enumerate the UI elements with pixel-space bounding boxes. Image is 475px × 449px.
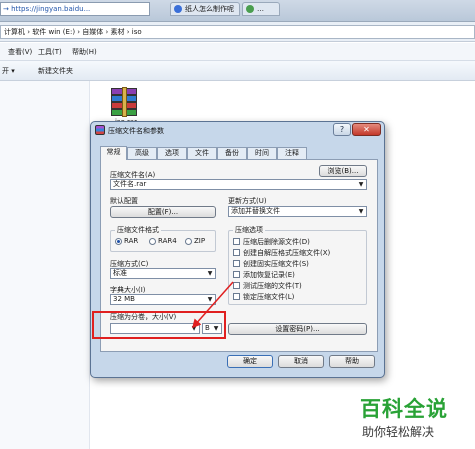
dialog-tabs: 常规 高级 选项 文件 备份 时间 注释 [100, 146, 378, 160]
tab-options[interactable]: 选项 [157, 147, 187, 159]
option-recovery-label: 添加恢复记录(E) [243, 271, 295, 279]
menu-help[interactable]: 帮助(H) [72, 47, 97, 57]
browser-tab-bar: → https://jingyan.baidu... 纸人怎么制作呢 … [0, 0, 475, 22]
compression-method-value: 标准 [113, 269, 127, 277]
set-password-button[interactable]: 设置密码(P)... [228, 323, 367, 335]
format-rar-label: RAR [124, 237, 139, 245]
browser-tab-label: … [257, 5, 264, 13]
highlight-box [92, 311, 226, 339]
toolbar-new-folder-button[interactable]: 新建文件夹 [38, 66, 73, 76]
browser-url-field[interactable]: → https://jingyan.baidu... [0, 2, 150, 16]
winrar-archive-icon[interactable] [107, 87, 141, 117]
format-rar-radio[interactable] [115, 238, 122, 245]
cancel-button[interactable]: 取消 [278, 355, 324, 368]
format-rar4-radio[interactable] [149, 238, 156, 245]
tab-backup[interactable]: 备份 [217, 147, 247, 159]
option-test-label: 测试压缩的文件(T) [243, 282, 302, 290]
toolbar-open-button[interactable]: 开 ▾ [2, 66, 15, 76]
option-test-checkbox[interactable] [233, 282, 240, 289]
browser-tab-strip: 纸人怎么制作呢 … [170, 2, 470, 17]
explorer-address-row: 计算机 › 软件 win (E:) › 自媒体 › 素材 › iso [0, 22, 475, 42]
format-zip-radio[interactable] [185, 238, 192, 245]
update-mode-label: 更新方式(U) [228, 197, 267, 205]
option-sfx-label: 创建自解压格式压缩文件(X) [243, 249, 331, 257]
watermark-title: 百科全说 [360, 397, 448, 421]
explorer-menu-bar: 查看(V) 工具(T) 帮助(H) [0, 43, 475, 61]
explorer-address-bar[interactable]: 计算机 › 软件 win (E:) › 自媒体 › 素材 › iso [0, 25, 475, 39]
baidu-favicon-icon [174, 5, 182, 13]
option-delete-files-label: 压缩后删除源文件(D) [243, 238, 310, 246]
dialog-titlebar: 压缩文件名和参数 ? ✕ [91, 122, 384, 139]
menu-view[interactable]: 查看(V) [8, 47, 32, 57]
option-sfx-checkbox[interactable] [233, 249, 240, 256]
tab-comment[interactable]: 注释 [277, 147, 307, 159]
chevron-down-icon[interactable]: ▼ [206, 296, 214, 304]
titlebar-close-button[interactable]: ✕ [352, 123, 381, 136]
dictionary-size-value: 32 MB [113, 295, 135, 303]
tab-time[interactable]: 时间 [247, 147, 277, 159]
explorer-toolbar: 开 ▾ 新建文件夹 [0, 61, 475, 81]
tab-files[interactable]: 文件 [187, 147, 217, 159]
format-zip-label: ZIP [194, 237, 206, 245]
option-delete-files-checkbox[interactable] [233, 238, 240, 245]
dialog-title: 压缩文件名和参数 [108, 127, 164, 135]
dictionary-size-select[interactable]: 32 MB ▼ [110, 294, 216, 305]
browse-button[interactable]: 浏览(B)... [319, 165, 367, 177]
browser-tab-baidu[interactable]: 纸人怎么制作呢 [170, 2, 240, 16]
option-solid-label: 创建固实压缩文件(S) [243, 260, 309, 268]
update-mode-select[interactable]: 添加并替换文件 ▼ [228, 206, 367, 217]
archive-name-parameters-dialog: 压缩文件名和参数 ? ✕ 常规 高级 选项 文件 备份 时间 注释 压缩文件名(… [90, 121, 385, 378]
explorer-navigation-pane [0, 81, 90, 449]
chevron-down-icon[interactable]: ▼ [206, 270, 214, 278]
chevron-down-icon[interactable]: ▼ [357, 181, 365, 189]
winrar-icon [95, 125, 105, 135]
archive-format-title: 压缩文件格式 [115, 225, 161, 235]
site-favicon-icon [246, 5, 254, 13]
tab-advanced[interactable]: 高级 [127, 147, 157, 159]
browser-tab-other[interactable]: … [242, 2, 280, 16]
ok-button[interactable]: 确定 [227, 355, 273, 368]
titlebar-help-button[interactable]: ? [333, 123, 351, 136]
help-button[interactable]: 帮助 [329, 355, 375, 368]
chevron-down-icon[interactable]: ▼ [357, 208, 365, 216]
format-rar4-label: RAR4 [158, 237, 177, 245]
tab-general[interactable]: 常规 [100, 146, 127, 160]
menu-tools[interactable]: 工具(T) [38, 47, 62, 57]
option-lock-checkbox[interactable] [233, 293, 240, 300]
update-mode-value: 添加并替换文件 [231, 207, 280, 215]
archive-name-input[interactable]: 文件名.rar ▼ [110, 179, 367, 190]
option-solid-checkbox[interactable] [233, 260, 240, 267]
archive-belt [122, 87, 127, 117]
option-recovery-checkbox[interactable] [233, 271, 240, 278]
archiving-options-title: 压缩选项 [233, 225, 265, 235]
default-config-label: 默认配置 [110, 197, 138, 205]
option-lock-label: 锁定压缩文件(L) [243, 293, 295, 301]
compression-method-select[interactable]: 标准 ▼ [110, 268, 216, 279]
browser-tab-label: 纸人怎么制作呢 [185, 5, 234, 13]
watermark-subtitle: 助你轻松解决 [362, 425, 435, 439]
profiles-button[interactable]: 配置(F)... [110, 206, 216, 218]
archive-name-value: 文件名.rar [113, 180, 147, 188]
